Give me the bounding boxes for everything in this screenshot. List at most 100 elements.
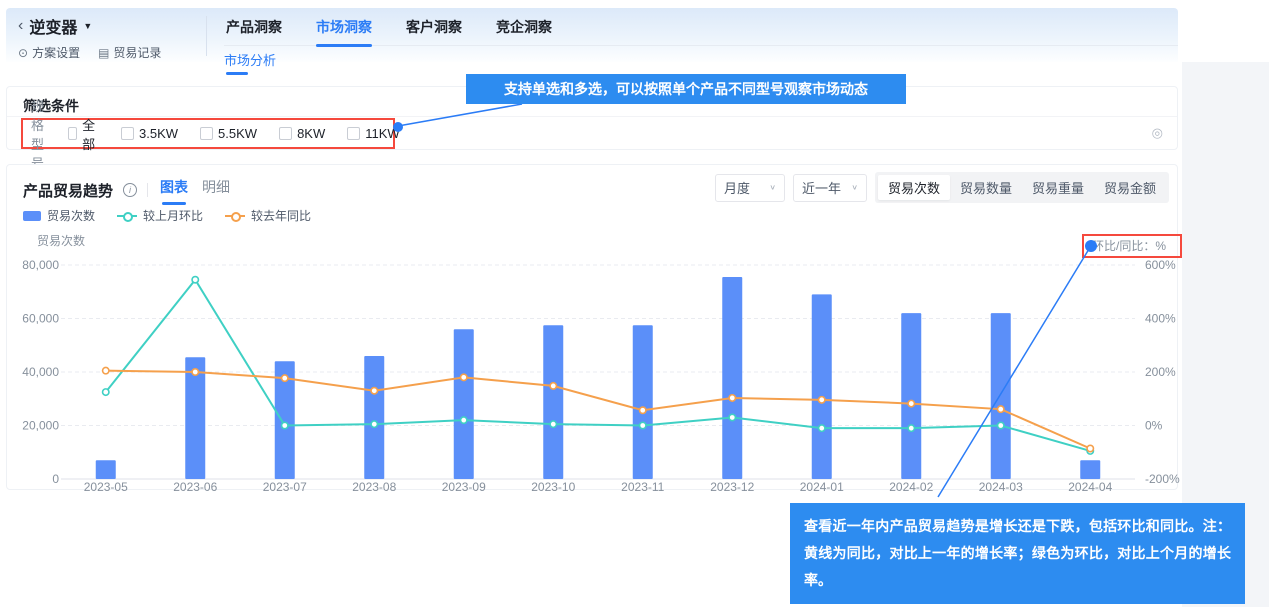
trade-records-label: 贸易记录 <box>113 44 161 61</box>
data-point-icon[interactable] <box>908 425 914 431</box>
tab-customer-insight[interactable]: 客户洞察 <box>404 8 464 46</box>
data-point-icon[interactable] <box>103 367 109 373</box>
x-axis-label: 2023-08 <box>352 480 396 494</box>
data-point-icon[interactable] <box>461 374 467 380</box>
product-selector[interactable]: ‹ 逆变器 ▼ <box>18 14 161 38</box>
data-point-icon[interactable] <box>371 388 377 394</box>
data-point-icon[interactable] <box>1087 445 1093 451</box>
legend-label: 较去年同比 <box>251 207 311 224</box>
info-icon[interactable]: i <box>123 183 137 197</box>
data-point-icon[interactable] <box>998 422 1004 428</box>
filter-option-5-5kw[interactable]: 5.5KW <box>200 126 257 141</box>
data-point-icon[interactable] <box>461 417 467 423</box>
left-axis-tick: 40,000 <box>22 365 59 379</box>
bar-2024-03[interactable] <box>991 313 1011 479</box>
x-axis-label: 2024-04 <box>1068 480 1112 494</box>
data-point-icon[interactable] <box>998 406 1004 412</box>
bar-2023-05[interactable] <box>96 460 116 479</box>
data-point-icon[interactable] <box>640 422 646 428</box>
x-axis-label: 2023-09 <box>442 480 486 494</box>
metric-trade-weight[interactable]: 贸易重量 <box>1022 175 1094 200</box>
plan-settings-link[interactable]: ⊙ 方案设置 <box>18 44 80 61</box>
tab-product-insight[interactable]: 产品洞察 <box>224 8 284 46</box>
gear-icon[interactable]: ◎ <box>1152 125 1163 141</box>
line-yoy[interactable] <box>106 371 1091 449</box>
bar-2023-10[interactable] <box>543 325 563 479</box>
metric-trade-amount[interactable]: 贸易金额 <box>1094 175 1166 200</box>
x-axis-label: 2024-01 <box>800 480 844 494</box>
legend-yoy[interactable]: 较去年同比 <box>225 207 311 224</box>
bar-2023-11[interactable] <box>633 325 653 479</box>
bar-2023-08[interactable] <box>364 356 384 479</box>
checkbox-icon <box>200 127 213 140</box>
trend-header-right: 月度 ∨ 近一年 ∨ 贸易次数 贸易数量 贸易重量 贸易金额 <box>715 172 1169 203</box>
filter-option-label: 全部 <box>82 115 99 153</box>
x-axis-label: 2023-11 <box>621 480 664 494</box>
bar-2024-02[interactable] <box>901 313 921 479</box>
market-insight-page: ‹ 逆变器 ▼ ⊙ 方案设置 ▤ 贸易记录 产品洞察 市场洞察 客户洞察 竞企洞… <box>0 0 1269 607</box>
subtab-market-analysis[interactable]: 市场分析 <box>224 53 276 72</box>
checkbox-icon <box>121 127 134 140</box>
data-point-icon[interactable] <box>550 383 556 389</box>
x-axis-label: 2024-02 <box>889 480 933 494</box>
left-axis-title: 贸易次数 <box>37 233 85 248</box>
bar-2024-04[interactable] <box>1080 460 1100 479</box>
header-divider <box>206 16 207 56</box>
data-point-icon[interactable] <box>282 422 288 428</box>
divider <box>147 183 148 197</box>
data-point-icon[interactable] <box>192 277 198 283</box>
legend-label: 较上月环比 <box>143 207 203 224</box>
bar-2023-12[interactable] <box>722 277 742 479</box>
data-point-icon[interactable] <box>729 414 735 420</box>
left-axis-tick: 20,000 <box>22 419 59 433</box>
trade-records-link[interactable]: ▤ 贸易记录 <box>98 44 161 61</box>
metric-switcher: 贸易次数 贸易数量 贸易重量 贸易金额 <box>875 172 1169 203</box>
trend-tip-callout: 查看近一年内产品贸易趋势是增长还是下跌，包括环比和同比。注：黄线为同比，对比上一… <box>790 503 1245 604</box>
metric-trade-count[interactable]: 贸易次数 <box>878 175 950 200</box>
legend-trade-count[interactable]: 贸易次数 <box>23 207 95 224</box>
filter-option-3-5kw[interactable]: 3.5KW <box>121 126 178 141</box>
data-point-icon[interactable] <box>908 400 914 406</box>
period-select[interactable]: 月度 ∨ <box>715 174 785 202</box>
chart-legend: 贸易次数 较上月环比 较去年同比 <box>23 207 311 224</box>
x-axis-label: 2023-12 <box>710 480 754 494</box>
line-marker-icon <box>225 211 245 221</box>
line-marker-icon <box>117 211 137 221</box>
document-icon: ▤ <box>98 46 109 60</box>
tab-competitor-insight[interactable]: 竞企洞察 <box>494 8 554 46</box>
x-axis-label: 2023-07 <box>263 480 307 494</box>
trend-combo-chart[interactable]: 0-200%20,0000%40,000200%60,000400%80,000… <box>7 229 1179 491</box>
metric-trade-quantity[interactable]: 贸易数量 <box>950 175 1022 200</box>
filter-option-8kw[interactable]: 8KW <box>279 126 325 141</box>
data-point-icon[interactable] <box>192 369 198 375</box>
trend-section-title: 产品贸易趋势 <box>23 180 113 201</box>
right-axis-tick: 600% <box>1145 258 1176 272</box>
back-chevron-icon[interactable]: ‹ <box>18 18 23 34</box>
tab-chart-view[interactable]: 图表 <box>158 175 190 205</box>
data-point-icon[interactable] <box>819 425 825 431</box>
data-point-icon[interactable] <box>640 407 646 413</box>
checkbox-icon <box>347 127 360 140</box>
data-point-icon[interactable] <box>729 395 735 401</box>
data-point-icon[interactable] <box>819 397 825 403</box>
left-axis-tick: 80,000 <box>22 258 59 272</box>
data-point-icon[interactable] <box>550 421 556 427</box>
left-axis-tick: 60,000 <box>22 312 59 326</box>
filter-option-11kw[interactable]: 11KW <box>347 126 399 141</box>
product-selector-block: ‹ 逆变器 ▼ ⊙ 方案设置 ▤ 贸易记录 <box>18 14 161 61</box>
top-header: ‹ 逆变器 ▼ ⊙ 方案设置 ▤ 贸易记录 产品洞察 市场洞察 客户洞察 竞企洞… <box>6 8 1178 62</box>
tab-market-insight[interactable]: 市场洞察 <box>314 8 374 46</box>
filter-option-label: 11KW <box>365 126 399 141</box>
chevron-down-icon: ∨ <box>769 183 776 192</box>
caret-down-icon[interactable]: ▼ <box>83 21 92 31</box>
tab-detail-view[interactable]: 明细 <box>200 175 232 205</box>
bar-2023-09[interactable] <box>454 329 474 479</box>
legend-mom[interactable]: 较上月环比 <box>117 207 203 224</box>
filter-option-label: 8KW <box>297 126 325 141</box>
data-point-icon[interactable] <box>282 375 288 381</box>
bar-2024-01[interactable] <box>812 294 832 479</box>
data-point-icon[interactable] <box>103 389 109 395</box>
filter-option-all[interactable]: 全部 <box>68 115 99 153</box>
data-point-icon[interactable] <box>371 421 377 427</box>
range-select[interactable]: 近一年 ∨ <box>793 174 867 202</box>
